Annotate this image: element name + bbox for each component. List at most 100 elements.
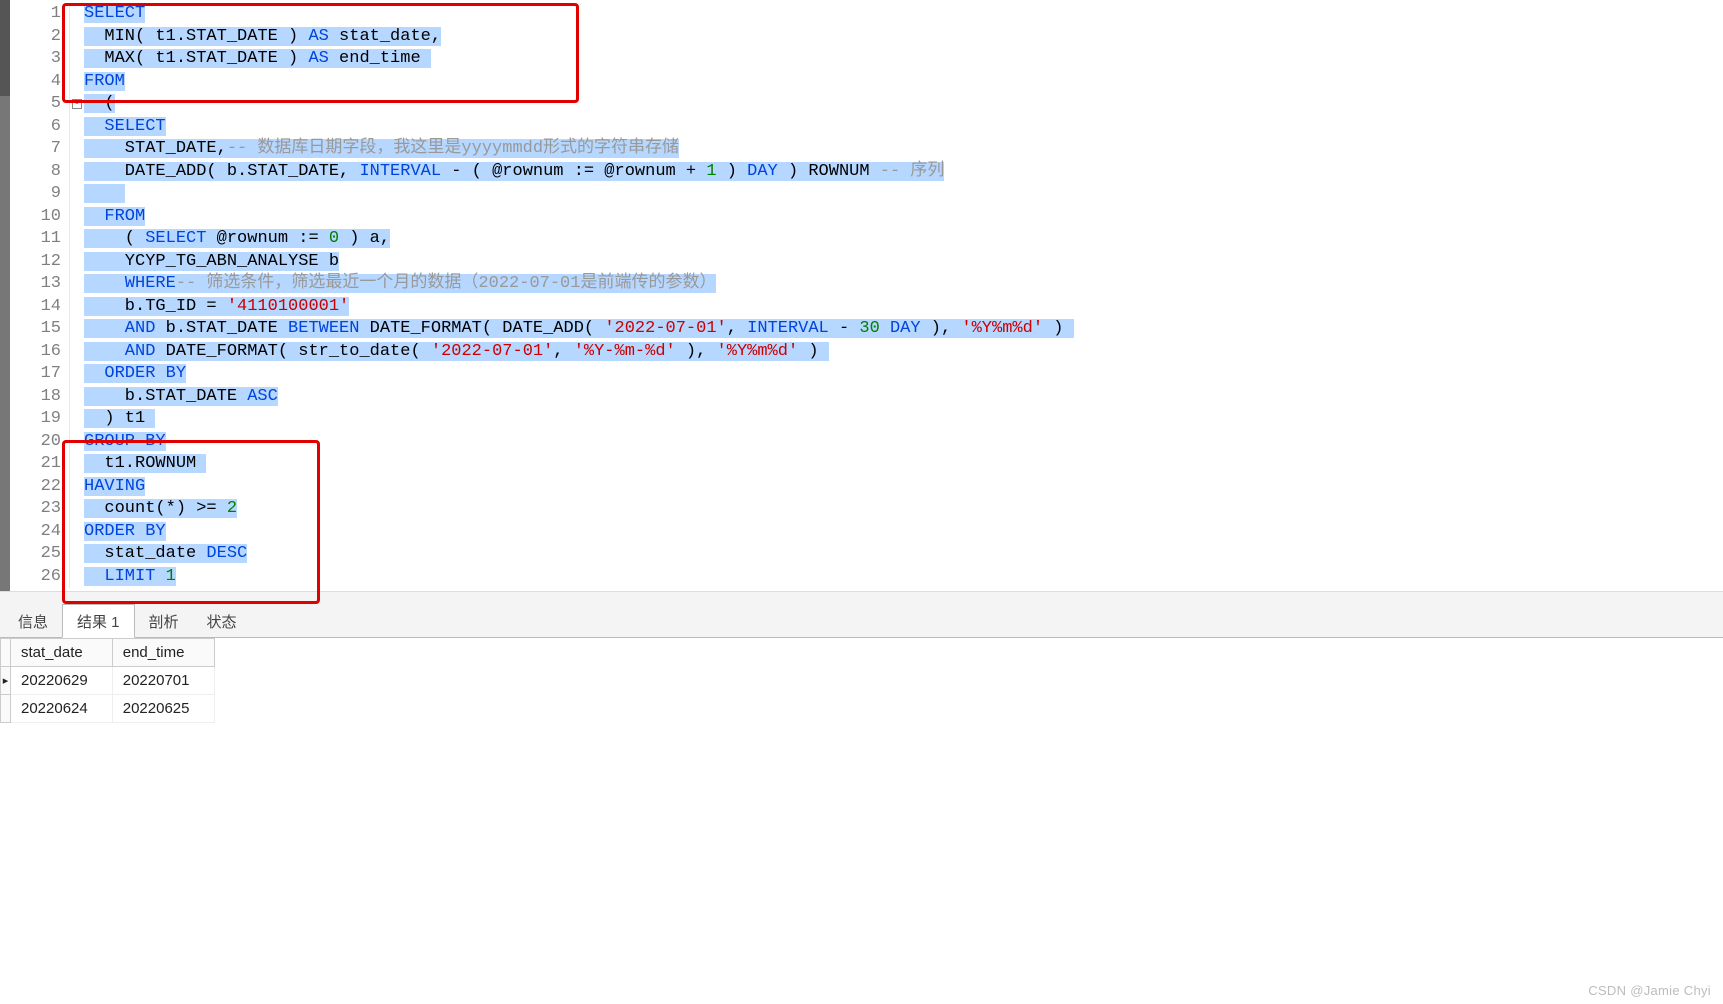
current-row-indicator-icon: ▸ [1,667,11,695]
code-line[interactable]: MAX( t1.STAT_DATE ) AS end_time [84,48,1074,71]
code-body[interactable]: SELECT MIN( t1.STAT_DATE ) AS stat_date,… [84,3,1074,588]
line-number: 8 [12,161,61,184]
comment: -- 序列 [880,162,945,181]
code-line[interactable]: LIMIT 1 [84,566,1074,589]
code-line[interactable]: DATE_ADD( b.STAT_DATE, INTERVAL - ( @row… [84,161,1074,184]
code-line[interactable]: STAT_DATE,-- 数据库日期字段，我这里是yyyymmdd形式的字符串存… [84,138,1074,161]
line-number: 9 [12,183,61,206]
cell-stat-date[interactable]: 20220624 [11,695,113,723]
line-number: 24 [12,521,61,544]
keyword-orderby: ORDER BY [84,364,186,383]
line-number: 21 [12,453,61,476]
keyword-as: AS [308,27,328,46]
code-line[interactable]: b.TG_ID = '4110100001' [84,296,1074,319]
line-number: 23 [12,498,61,521]
number: 1 [166,567,176,586]
code-text: t1.ROWNUM [84,454,206,473]
code-line[interactable] [84,183,1074,206]
tab-info[interactable]: 信息 [4,605,62,637]
line-number: 6 [12,116,61,139]
code-line[interactable]: ORDER BY [84,521,1074,544]
number: 1 [706,162,716,181]
code-text: ) [717,162,748,181]
line-number: 17 [12,363,61,386]
results-panel: stat_date end_time ▸ 20220629 20220701 2… [0,638,1723,1004]
code-text [84,184,125,203]
keyword-interval: INTERVAL [747,319,829,338]
line-number: 20 [12,431,61,454]
number: 2 [227,499,237,518]
code-line[interactable]: ) t1 [84,408,1074,431]
code-text: ) ROWNUM [778,162,880,181]
code-line[interactable]: stat_date DESC [84,543,1074,566]
comment: -- 数据库日期字段，我这里是yyyymmdd形式的字符串存储 [227,139,679,158]
tab-profile[interactable]: 剖析 [135,605,193,637]
keyword-and: AND [84,342,155,361]
line-number: 2 [12,26,61,49]
keyword-groupby: GROUP BY [84,432,166,451]
code-text: b.STAT_DATE [84,387,247,406]
code-text: - ( @rownum := @rownum + [441,162,706,181]
code-text [155,567,165,586]
code-line[interactable]: t1.ROWNUM [84,453,1074,476]
line-number: 22 [12,476,61,499]
code-text: ), [921,319,962,338]
string: '%Y%m%d' [961,319,1043,338]
string: '2022-07-01' [431,342,553,361]
code-line[interactable]: WHERE-- 筛选条件，筛选最近一个月的数据（2022-07-01是前端传的参… [84,273,1074,296]
keyword-asc: ASC [247,387,278,406]
code-line[interactable]: ORDER BY [84,363,1074,386]
column-header-end-time[interactable]: end_time [112,639,214,667]
code-line[interactable]: count(*) >= 2 [84,498,1074,521]
code-line[interactable]: AND b.STAT_DATE BETWEEN DATE_FORMAT( DAT… [84,318,1074,341]
line-number: 19 [12,408,61,431]
editor-scroll-gutter[interactable] [0,0,10,591]
keyword-limit: LIMIT [84,567,155,586]
table-row[interactable]: 20220624 20220625 [1,695,215,723]
keyword-select: SELECT [84,117,166,136]
code-line[interactable]: HAVING [84,476,1074,499]
cell-stat-date[interactable]: 20220629 [11,667,113,695]
line-number: 12 [12,251,61,274]
code-line[interactable]: MIN( t1.STAT_DATE ) AS stat_date, [84,26,1074,49]
code-text: DATE_FORMAT( str_to_date( [155,342,430,361]
tab-status[interactable]: 状态 [193,605,251,637]
tab-result-1[interactable]: 结果 1 [62,604,135,638]
code-line[interactable]: b.STAT_DATE ASC [84,386,1074,409]
results-table[interactable]: stat_date end_time ▸ 20220629 20220701 2… [0,638,215,723]
column-header-stat-date[interactable]: stat_date [11,639,113,667]
keyword-day: DAY [880,319,921,338]
code-line[interactable]: ( SELECT @rownum := 0 ) a, [84,228,1074,251]
code-line[interactable]: SELECT [84,116,1074,139]
fold-toggle-icon[interactable]: - [72,99,82,109]
code-line[interactable]: FROM [84,206,1074,229]
fold-margin: - [70,3,84,588]
string: '4110100001' [227,297,349,316]
code-line[interactable]: SELECT [84,3,1074,26]
line-number: 4 [12,71,61,94]
code-line[interactable]: ( [84,93,1074,116]
code-line[interactable]: FROM [84,71,1074,94]
keyword-interval: INTERVAL [359,162,441,181]
code-line[interactable]: AND DATE_FORMAT( str_to_date( '2022-07-0… [84,341,1074,364]
table-row[interactable]: ▸ 20220629 20220701 [1,667,215,695]
code-text: @rownum := [206,229,328,248]
code-text: end_time [329,49,431,68]
code-text: MAX( t1.STAT_DATE ) [84,49,308,68]
code-editor[interactable]: 1 2 3 4 5 6 7 8 9 10 11 12 13 14 15 16 1… [12,0,1723,591]
line-number: 25 [12,543,61,566]
code-line[interactable]: YCYP_TG_ABN_ANALYSE b [84,251,1074,274]
code-text: - [829,319,860,338]
code-line[interactable]: GROUP BY [84,431,1074,454]
code-text: ) [798,342,829,361]
results-tab-bar: 信息 结果 1 剖析 状态 [0,604,1723,638]
code-text: ( [84,94,115,113]
keyword-select: SELECT [84,4,145,23]
cell-end-time[interactable]: 20220625 [112,695,214,723]
cell-end-time[interactable]: 20220701 [112,667,214,695]
code-text: stat_date, [329,27,441,46]
line-number: 1 [12,3,61,26]
code-text: ) a, [339,229,390,248]
string: '%Y-%m-%d' [574,342,676,361]
line-number: 7 [12,138,61,161]
